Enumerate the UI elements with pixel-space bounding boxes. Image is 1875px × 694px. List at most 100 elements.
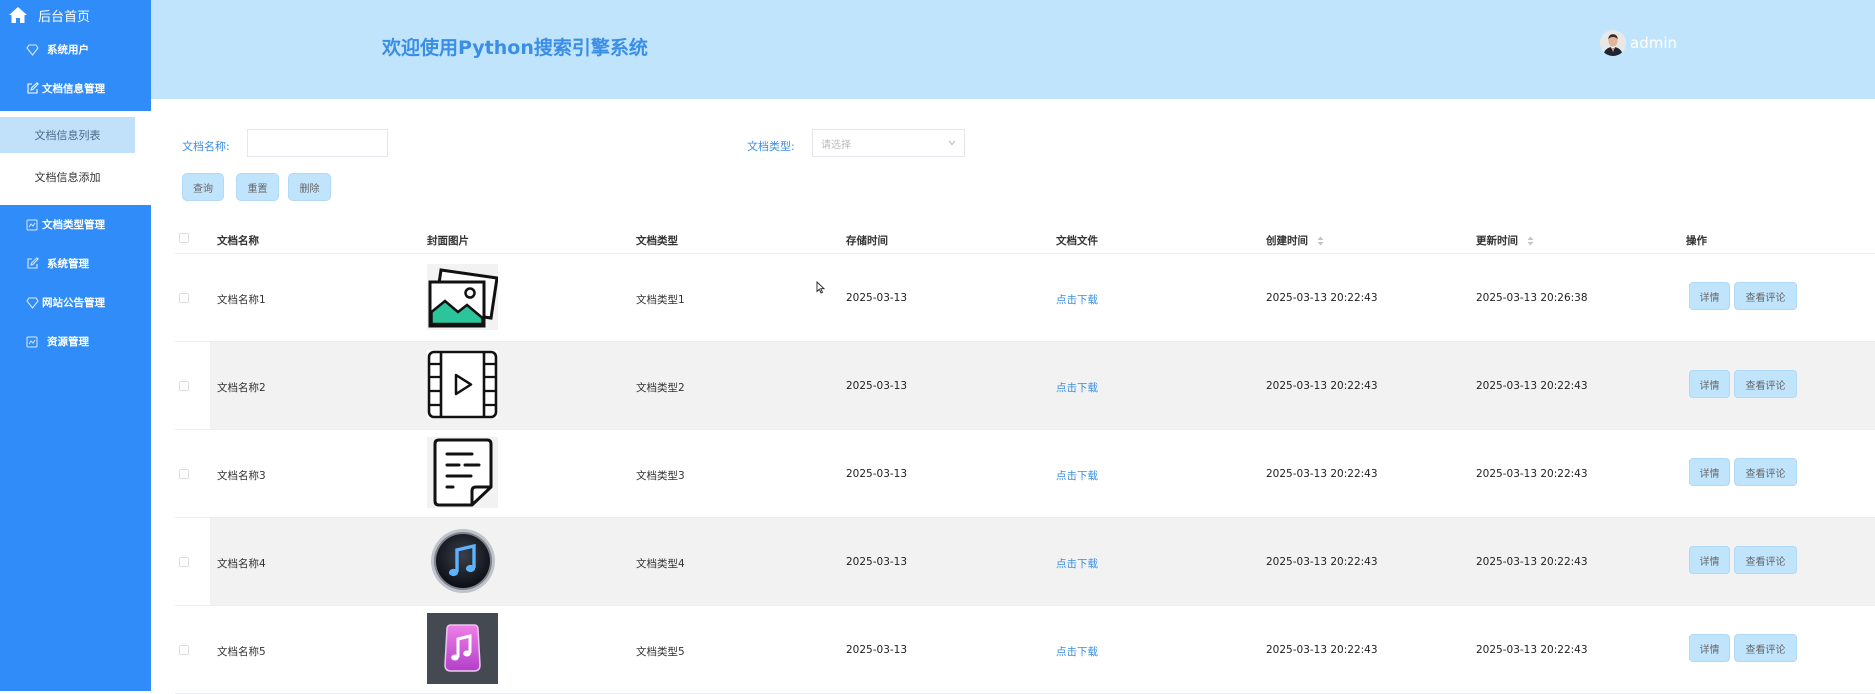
col-created[interactable]: 创建时间	[1266, 233, 1324, 248]
table-row: 文档名称2 文档类型2 2025-03-13 点击下载 2025-03-13 2…	[175, 342, 1875, 430]
page-title: 欢迎使用Python搜索引擎系统	[382, 37, 648, 59]
sidebar-item-label: 资源管理	[47, 336, 89, 348]
sidebar-item-system[interactable]: 系统管理	[0, 244, 151, 283]
cell-type: 文档类型2	[636, 382, 685, 394]
cell-name: 文档名称5	[217, 646, 266, 658]
col-type: 文档类型	[636, 235, 678, 247]
download-link[interactable]: 点击下载	[1056, 556, 1098, 571]
download-link[interactable]: 点击下载	[1056, 468, 1098, 483]
sidebar-item-label: 网站公告管理	[42, 297, 105, 309]
cell-storage-time: 2025-03-13	[846, 644, 908, 656]
view-comments-button[interactable]: 查看评论	[1734, 546, 1797, 574]
col-created-label: 创建时间	[1266, 235, 1308, 247]
sidebar-home-label: 后台首页	[38, 9, 91, 25]
cell-created: 2025-03-13 20:22:43	[1266, 292, 1378, 304]
cell-storage-time: 2025-03-13	[846, 380, 908, 392]
view-comments-button[interactable]: 查看评论	[1734, 370, 1797, 398]
top-header: 欢迎使用Python搜索引擎系统 admin	[151, 0, 1875, 99]
view-comments-button[interactable]: 查看评论	[1734, 282, 1797, 310]
col-cover: 封面图片	[427, 235, 469, 247]
view-comments-button[interactable]: 查看评论	[1734, 634, 1797, 662]
diamond-icon	[25, 296, 39, 310]
col-ops: 操作	[1686, 235, 1707, 247]
sidebar-item-label: 系统管理	[47, 258, 89, 270]
table-row: 文档名称5 文档类型5 2025-03-13 点击下载 2025-03-13 2…	[175, 606, 1875, 694]
download-link[interactable]: 点击下载	[1056, 292, 1098, 307]
sidebar-item-label: 文档类型管理	[42, 219, 105, 231]
sort-icon[interactable]	[1527, 236, 1534, 246]
cell-name: 文档名称4	[217, 558, 266, 570]
table-row: 文档名称3 文档类型3 2025-03-13 点击下载 2025-03-13 2…	[175, 430, 1875, 518]
query-button[interactable]: 查询	[182, 173, 224, 201]
document-icon	[427, 437, 498, 508]
cell-type: 文档类型4	[636, 558, 685, 570]
doc-name-label: 文档名称:	[182, 140, 230, 153]
doc-name-input[interactable]	[247, 129, 388, 157]
image-icon	[427, 261, 498, 332]
edit-icon	[25, 257, 39, 271]
sidebar-item-resources[interactable]: 资源管理	[0, 322, 151, 361]
submenu-label: 文档信息添加	[34, 171, 101, 184]
col-storage-time: 存储时间	[846, 235, 888, 247]
cell-name: 文档名称3	[217, 470, 266, 482]
music-icon	[427, 525, 498, 596]
cell-updated: 2025-03-13 20:22:43	[1476, 468, 1588, 480]
cell-storage-time: 2025-03-13	[846, 556, 908, 568]
col-name: 文档名称	[217, 235, 259, 247]
detail-button[interactable]: 详情	[1689, 634, 1730, 662]
chart-icon	[25, 218, 39, 232]
cell-type: 文档类型3	[636, 470, 685, 482]
row-checkbox[interactable]	[179, 557, 189, 567]
submenu-doc-list[interactable]: 文档信息列表	[0, 117, 135, 153]
chart-icon	[25, 335, 39, 349]
doc-type-label: 文档类型:	[747, 140, 795, 153]
detail-button[interactable]: 详情	[1689, 458, 1730, 486]
select-all-checkbox[interactable]	[179, 233, 189, 243]
diamond-icon	[25, 43, 39, 57]
cell-type: 文档类型5	[636, 646, 685, 658]
detail-button[interactable]: 详情	[1689, 370, 1730, 398]
sidebar-submenu: 文档信息列表 文档信息添加	[0, 111, 151, 205]
edit-icon	[25, 82, 39, 96]
cell-created: 2025-03-13 20:22:43	[1266, 556, 1378, 568]
user-menu[interactable]: admin	[1600, 30, 1677, 56]
sidebar-home[interactable]: 后台首页	[0, 0, 151, 30]
avatar	[1600, 30, 1626, 56]
username: admin	[1630, 34, 1677, 52]
reset-button[interactable]: 重置	[236, 173, 279, 201]
sidebar: 后台首页 系统用户 文档信息管理 文档信息列表 文档信息添加 文档类型管理 系统…	[0, 0, 151, 691]
row-checkbox[interactable]	[179, 469, 189, 479]
cell-updated: 2025-03-13 20:22:43	[1476, 380, 1588, 392]
download-link[interactable]: 点击下载	[1056, 380, 1098, 395]
sort-icon[interactable]	[1317, 236, 1324, 246]
cell-storage-time: 2025-03-13	[846, 292, 908, 304]
cell-name: 文档名称1	[217, 294, 266, 306]
sidebar-item-system-users[interactable]: 系统用户	[0, 30, 151, 69]
col-updated-label: 更新时间	[1476, 235, 1518, 247]
delete-button[interactable]: 删除	[288, 173, 331, 201]
submenu-doc-add[interactable]: 文档信息添加	[0, 159, 135, 195]
home-icon	[9, 7, 27, 23]
download-link[interactable]: 点击下载	[1056, 644, 1098, 659]
row-checkbox[interactable]	[179, 645, 189, 655]
row-checkbox[interactable]	[179, 381, 189, 391]
sidebar-item-announcements[interactable]: 网站公告管理	[0, 283, 151, 322]
cell-updated: 2025-03-13 20:22:43	[1476, 644, 1588, 656]
detail-button[interactable]: 详情	[1689, 282, 1730, 310]
doc-type-placeholder: 请选择	[821, 139, 851, 151]
row-checkbox[interactable]	[179, 293, 189, 303]
detail-button[interactable]: 详情	[1689, 546, 1730, 574]
sidebar-item-label: 文档信息管理	[42, 83, 105, 95]
table-header: 文档名称 封面图片 文档类型 存储时间 文档文件 创建时间 更新时间 操作	[175, 222, 1875, 254]
sidebar-item-doc-type[interactable]: 文档类型管理	[0, 205, 151, 244]
cell-created: 2025-03-13 20:22:43	[1266, 644, 1378, 656]
cell-name: 文档名称2	[217, 382, 266, 394]
doc-type-select[interactable]: 请选择	[812, 129, 965, 157]
mouse-cursor-icon	[816, 281, 825, 294]
col-updated[interactable]: 更新时间	[1476, 233, 1534, 248]
music-app-icon	[427, 613, 498, 684]
table-row: 文档名称1 文档类型1 2025-03-13 点击下载 2025-03-13 2…	[175, 254, 1875, 342]
table-row: 文档名称4 文档类型4 2025-03-13 点击下载 2025-03-13 2…	[175, 518, 1875, 606]
view-comments-button[interactable]: 查看评论	[1734, 458, 1797, 486]
sidebar-item-doc-info[interactable]: 文档信息管理	[0, 69, 151, 108]
